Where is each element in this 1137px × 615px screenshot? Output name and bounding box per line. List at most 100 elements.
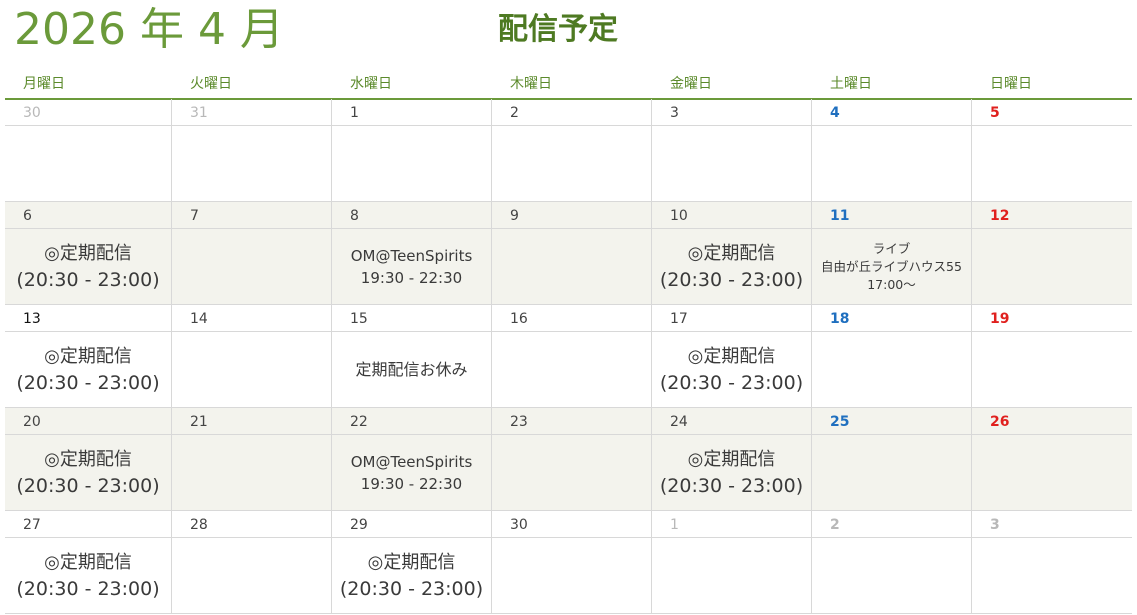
schedule-event[interactable]: ◎定期配信 (20:30 - 23:00)	[5, 332, 171, 408]
month-title: 2026 年 4 月	[14, 4, 284, 55]
event-text-line: (20:30 - 23:00)	[339, 578, 484, 600]
calendar-week-row: 6 ◎定期配信 (20:30 - 23:00) 7 8 OM@TeenSpirits 19:…	[5, 202, 1132, 305]
calendar-week-row: 20 ◎定期配信 (20:30 - 23:00) 21 22 OM@TeenSpirits…	[5, 408, 1132, 511]
calendar-day-cell[interactable]: 23	[492, 408, 652, 511]
calendar-day-cell[interactable]: 20 ◎定期配信 (20:30 - 23:00)	[5, 408, 172, 511]
calendar-day-cell[interactable]: 30	[492, 511, 652, 614]
calendar-grid: 30 31 1 2 3 4 5 6 ◎定期配信 (20:30 - 23:00) 7 8 OM@TeenS…	[5, 99, 1132, 614]
day-number: 7	[190, 208, 199, 224]
calendar-day-cell[interactable]: 26	[972, 408, 1132, 511]
calendar-day-cell[interactable]: 3	[652, 99, 812, 202]
event-text-line: (20:30 - 23:00)	[659, 475, 804, 497]
event-text-line: ◎定期配信	[44, 243, 132, 264]
schedule-event[interactable]: ◎定期配信 (20:30 - 23:00)	[332, 538, 491, 614]
day-number: 2	[510, 105, 519, 121]
calendar-day-cell[interactable]: 22 OM@TeenSpirits 19:30 - 22:30	[332, 408, 492, 511]
calendar-day-cell[interactable]: 14	[172, 305, 332, 408]
day-number: 16	[510, 311, 528, 327]
calendar-day-cell[interactable]: 27 ◎定期配信 (20:30 - 23:00)	[5, 511, 172, 614]
day-number: 30	[23, 105, 41, 121]
weekday-mon: 月曜日	[23, 76, 65, 92]
day-number: 30	[510, 517, 528, 533]
calendar-day-cell[interactable]: 17 ◎定期配信 (20:30 - 23:00)	[652, 305, 812, 408]
schedule-event[interactable]: ◎定期配信 (20:30 - 23:00)	[5, 229, 171, 305]
calendar-week-row: 30 31 1 2 3 4 5	[5, 99, 1132, 202]
calendar-day-cell[interactable]: 12	[972, 202, 1132, 305]
day-number: 22	[350, 414, 368, 430]
schedule-event[interactable]: ◎定期配信 (20:30 - 23:00)	[5, 538, 171, 614]
calendar-day-cell[interactable]: 5	[972, 99, 1132, 202]
day-number: 25	[830, 414, 850, 430]
schedule-event[interactable]: ◎定期配信 (20:30 - 23:00)	[652, 332, 811, 408]
event-text-line: (20:30 - 23:00)	[16, 475, 160, 497]
calendar-day-cell[interactable]: 31	[172, 99, 332, 202]
calendar-day-cell[interactable]: 30	[5, 99, 172, 202]
event-text-line: OM@TeenSpirits	[350, 247, 473, 265]
calendar-day-cell[interactable]: 24 ◎定期配信 (20:30 - 23:00)	[652, 408, 812, 511]
schedule-event[interactable]: 定期配信お休み	[332, 332, 491, 408]
calendar-day-cell[interactable]: 21	[172, 408, 332, 511]
calendar-day-cell[interactable]: 6 ◎定期配信 (20:30 - 23:00)	[5, 202, 172, 305]
calendar-day-cell[interactable]: 25	[812, 408, 972, 511]
calendar-day-cell[interactable]: 4	[812, 99, 972, 202]
calendar-day-cell[interactable]: 8 OM@TeenSpirits 19:30 - 22:30	[332, 202, 492, 305]
day-number: 12	[990, 208, 1010, 224]
weekday-tue: 火曜日	[190, 76, 232, 92]
calendar-day-cell[interactable]: 11 ライブ自由が丘ライブハウス55 17:00～	[812, 202, 972, 305]
day-number: 19	[990, 311, 1010, 327]
event-text-line: 定期配信お休み	[355, 360, 468, 379]
event-text-line: (20:30 - 23:00)	[659, 372, 804, 394]
event-text-line: (20:30 - 23:00)	[16, 269, 160, 291]
calendar-day-cell[interactable]: 1	[332, 99, 492, 202]
event-text-line: 17:00～	[867, 277, 916, 292]
calendar-day-cell[interactable]: 2	[492, 99, 652, 202]
weekday-thu: 木曜日	[510, 76, 552, 92]
day-number: 21	[190, 414, 208, 430]
event-text-line: ◎定期配信	[687, 449, 776, 470]
calendar-day-cell[interactable]: 9	[492, 202, 652, 305]
event-text-line: ◎定期配信	[687, 346, 776, 367]
day-number: 14	[190, 311, 208, 327]
calendar-day-cell[interactable]: 18	[812, 305, 972, 408]
day-number: 18	[830, 311, 850, 327]
event-text-line: ◎定期配信	[44, 346, 132, 367]
day-number: 1	[670, 517, 679, 533]
event-text-line: (20:30 - 23:00)	[16, 372, 160, 394]
schedule-event[interactable]: OM@TeenSpirits 19:30 - 22:30	[332, 435, 491, 511]
day-number: 20	[23, 414, 41, 430]
calendar-day-cell[interactable]: 2	[812, 511, 972, 614]
weekday-sat: 土曜日	[830, 76, 872, 92]
day-number: 15	[350, 311, 368, 327]
event-text-line: 自由が丘ライブハウス55	[821, 259, 962, 274]
calendar-day-cell[interactable]: 3	[972, 511, 1132, 614]
event-text-line: ◎定期配信	[44, 449, 132, 470]
event-text-line: ライブ	[872, 241, 911, 256]
calendar-week-row: 13 ◎定期配信 (20:30 - 23:00) 14 15 定期配信お休み 16 17 ◎定期…	[5, 305, 1132, 408]
schedule-event[interactable]: ◎定期配信 (20:30 - 23:00)	[652, 435, 811, 511]
day-number: 24	[670, 414, 688, 430]
day-number: 5	[990, 105, 1000, 121]
day-number: 3	[990, 517, 1000, 533]
day-number: 26	[990, 414, 1010, 430]
schedule-event[interactable]: ◎定期配信 (20:30 - 23:00)	[652, 229, 811, 305]
calendar-day-cell[interactable]: 19	[972, 305, 1132, 408]
day-number: 1	[350, 105, 359, 121]
day-number: 11	[830, 208, 850, 224]
weekday-header-row: 月曜日 火曜日 水曜日 木曜日 金曜日 土曜日 日曜日	[5, 74, 1132, 100]
schedule-event[interactable]: ライブ自由が丘ライブハウス55 17:00～	[812, 229, 971, 305]
day-number: 29	[350, 517, 368, 533]
calendar-day-cell[interactable]: 7	[172, 202, 332, 305]
calendar-day-cell[interactable]: 29 ◎定期配信 (20:30 - 23:00)	[332, 511, 492, 614]
calendar-day-cell[interactable]: 15 定期配信お休み	[332, 305, 492, 408]
schedule-event[interactable]: ◎定期配信 (20:30 - 23:00)	[5, 435, 171, 511]
schedule-title: 配信予定	[498, 12, 618, 47]
event-text-line: OM@TeenSpirits	[350, 453, 473, 471]
calendar-day-cell[interactable]: 10 ◎定期配信 (20:30 - 23:00)	[652, 202, 812, 305]
calendar-header: 2026 年 4 月 配信予定	[0, 0, 1137, 70]
calendar-day-cell[interactable]: 1	[652, 511, 812, 614]
calendar-day-cell[interactable]: 16	[492, 305, 652, 408]
day-number: 17	[670, 311, 688, 327]
calendar-day-cell[interactable]: 13 ◎定期配信 (20:30 - 23:00)	[5, 305, 172, 408]
schedule-event[interactable]: OM@TeenSpirits 19:30 - 22:30	[332, 229, 491, 305]
calendar-day-cell[interactable]: 28	[172, 511, 332, 614]
